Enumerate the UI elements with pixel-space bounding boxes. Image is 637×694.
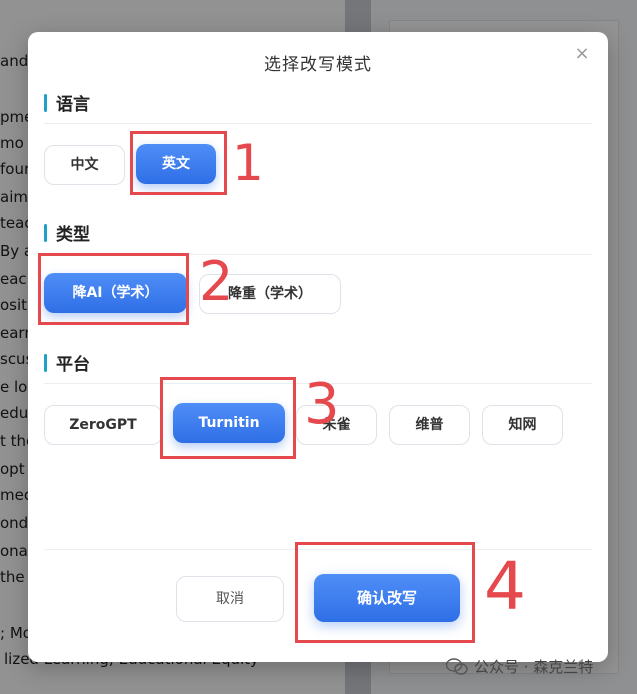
option-reduce-ai-academic[interactable]: 降AI（学术） xyxy=(44,273,187,313)
footer-divider xyxy=(44,549,592,550)
section-platform-heading: 平台 xyxy=(44,350,90,375)
watermark-text: 公众号 · 森克兰特 xyxy=(474,658,594,676)
section-divider xyxy=(44,123,592,124)
rewrite-mode-dialog: 选择改写模式 × 语言 中文 英文 类型 降AI（学术） 降重（学术） 平台 Z… xyxy=(28,32,608,662)
cancel-button[interactable]: 取消 xyxy=(176,576,284,622)
section-divider xyxy=(44,254,592,255)
option-cnki[interactable]: 知网 xyxy=(482,405,563,445)
section-accent-bar xyxy=(44,353,47,372)
section-language-heading: 语言 xyxy=(44,90,90,115)
section-accent-bar xyxy=(44,93,47,112)
option-zerogpt[interactable]: ZeroGPT xyxy=(44,405,162,445)
wechat-icon xyxy=(446,657,468,675)
option-chinese[interactable]: 中文 xyxy=(44,145,125,185)
option-reduce-duplication-academic[interactable]: 降重（学术） xyxy=(199,274,341,314)
section-divider xyxy=(44,383,592,384)
section-type-heading: 类型 xyxy=(44,220,90,245)
confirm-rewrite-button[interactable]: 确认改写 xyxy=(314,574,460,622)
option-zhuque[interactable]: 朱雀 xyxy=(296,405,377,445)
section-language-label: 语言 xyxy=(56,95,90,115)
section-accent-bar xyxy=(44,223,47,242)
option-english[interactable]: 英文 xyxy=(136,144,216,184)
option-turnitin[interactable]: Turnitin xyxy=(173,403,285,443)
dialog-title: 选择改写模式 xyxy=(264,55,372,75)
close-icon[interactable]: × xyxy=(572,44,592,64)
section-type-label: 类型 xyxy=(56,225,90,245)
section-platform-label: 平台 xyxy=(56,355,90,375)
option-weipu[interactable]: 维普 xyxy=(389,405,470,445)
wechat-watermark: 公众号 · 森克兰特 xyxy=(446,656,593,677)
